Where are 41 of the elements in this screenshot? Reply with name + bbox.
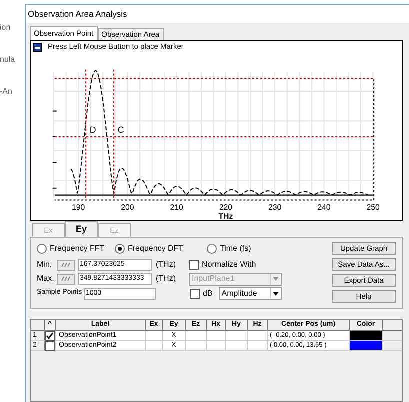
checkbox[interactable] [189, 260, 199, 270]
caret-icon [273, 277, 279, 281]
field-label: Max. [37, 273, 54, 285]
checkbox-label: dB [203, 288, 213, 300]
field-label: Min. [37, 259, 54, 271]
checkbox-label: Normalize With [202, 259, 256, 271]
axis-tick-label: 240 [318, 203, 331, 212]
axis-tick-label: 230 [268, 203, 282, 212]
axis-tick-label: 250 [366, 203, 380, 212]
window-title: Observation Area Analysis [28, 8, 128, 20]
caret-icon [272, 292, 279, 296]
background-window-text: nula [0, 54, 16, 66]
axis-tick-label: 200 [121, 203, 134, 212]
radio-button[interactable] [115, 244, 125, 254]
radio-button[interactable] [37, 244, 47, 254]
checkbox[interactable] [190, 288, 200, 298]
axis-tick-label: 190 [72, 203, 86, 212]
axis-title: THz [218, 212, 234, 220]
color-swatch[interactable] [350, 331, 383, 340]
checkbox[interactable] [45, 330, 55, 340]
y-tick [52, 136, 58, 138]
y-tick [52, 162, 58, 164]
axis-tick-label: 210 [170, 203, 184, 212]
radio-label: Frequency DFT [128, 242, 184, 254]
tab[interactable]: Ey [65, 221, 98, 237]
panel-icon [33, 42, 42, 52]
marker-label: D [90, 125, 96, 136]
background-window-text: -An [0, 86, 14, 98]
checkbox[interactable] [45, 340, 55, 350]
y-tick [52, 188, 58, 189]
background-window-text: ion [0, 22, 12, 34]
y-tick [52, 110, 58, 112]
radio-button[interactable] [207, 244, 217, 254]
axis-tick-label: 220 [219, 203, 233, 212]
radio-label: Time (fs) [220, 242, 252, 254]
dropdown[interactable]: Amplitude [218, 287, 282, 300]
color-swatch[interactable] [350, 341, 383, 350]
radio-label: Frequency FFT [50, 242, 105, 254]
unit-label: (THz) [156, 273, 177, 285]
marker-label: C [118, 125, 124, 136]
unit-label: (THz) [156, 259, 177, 271]
